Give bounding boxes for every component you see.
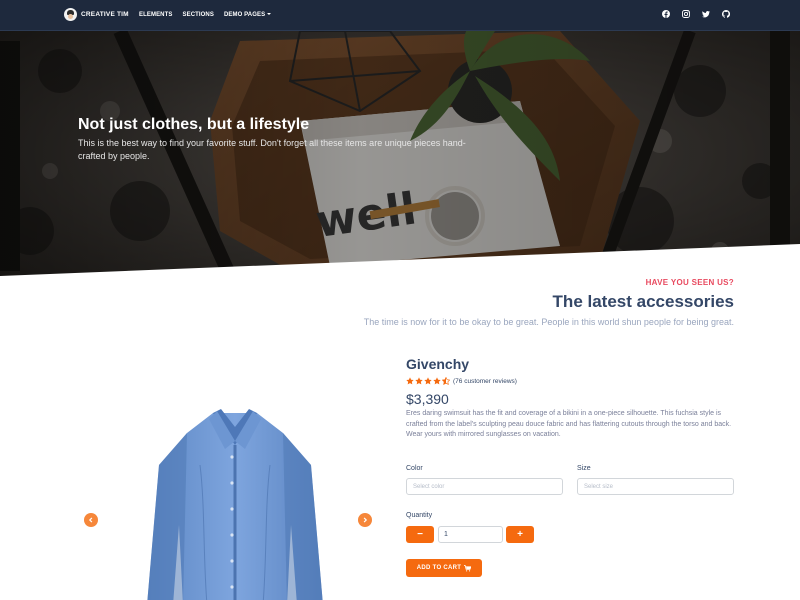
nav-link-demo-pages-label: DEMO PAGES (223, 12, 266, 18)
quantity-increment-button[interactable]: + (506, 526, 534, 543)
rating-stars (406, 377, 450, 385)
product-description: Eres daring swimsuit has the fit and cov… (406, 410, 732, 438)
instagram-icon[interactable] (682, 10, 690, 18)
star-icon (415, 377, 423, 385)
nav-link-elements[interactable]: ELEMENTS (139, 12, 172, 18)
section-title: The latest accessories (552, 292, 734, 311)
quantity-decrement-button[interactable]: − (406, 526, 434, 543)
product-image-shirt (147, 409, 323, 600)
nav-link-demo-pages[interactable]: DEMO PAGES (223, 12, 272, 18)
review-count[interactable]: (76 customer reviews) (453, 378, 517, 385)
section-eyebrow: HAVE YOU SEEN US? (645, 278, 734, 287)
size-select[interactable]: Select size (577, 478, 734, 495)
star-icon (424, 377, 432, 385)
add-to-cart-button[interactable]: ADD TO CART (406, 559, 482, 577)
chevron-left-icon (88, 517, 93, 523)
facebook-icon[interactable] (662, 10, 670, 18)
carousel-prev-button[interactable] (84, 513, 98, 527)
cart-icon (464, 564, 472, 571)
color-select-placeholder: Select color (413, 483, 445, 490)
product-price: $3,390 (406, 391, 449, 407)
hero-description: This is the best way to find your favori… (78, 138, 466, 161)
github-icon[interactable] (722, 10, 730, 18)
star-half-icon (442, 377, 450, 385)
section-subtitle: The time is now for it to be okay to be … (363, 317, 734, 327)
brand-label: CREATIVE TIM (81, 11, 129, 18)
twitter-icon[interactable] (702, 10, 710, 18)
chevron-right-icon (363, 517, 368, 523)
star-icon (406, 377, 414, 385)
hero-title: Not just clothes, but a lifestyle (78, 116, 310, 133)
product-name: Givenchy (406, 356, 470, 372)
caret-down-icon (267, 13, 272, 16)
color-select[interactable]: Select color (406, 478, 563, 495)
product-rating: (76 customer reviews) (406, 377, 517, 385)
quantity-label: Quantity (406, 512, 433, 519)
hero-section: well Not just clothes, but a lifestyle T… (0, 31, 800, 276)
carousel-next-button[interactable] (358, 513, 372, 527)
top-navbar: CREATIVE TIM ELEMENTS SECTIONS DEMO PAGE… (0, 0, 800, 31)
quantity-input[interactable]: 1 (438, 526, 503, 543)
brand-link[interactable]: CREATIVE TIM (64, 8, 129, 21)
nav-links: ELEMENTS SECTIONS DEMO PAGES (139, 12, 272, 18)
size-select-placeholder: Select size (584, 483, 614, 490)
social-links (662, 10, 730, 18)
add-to-cart-label: ADD TO CART (416, 565, 462, 571)
nav-link-sections[interactable]: SECTIONS (182, 12, 213, 18)
brand-avatar-icon (64, 8, 77, 21)
size-label: Size (577, 465, 591, 472)
star-icon (433, 377, 441, 385)
color-label: Color (406, 465, 423, 472)
